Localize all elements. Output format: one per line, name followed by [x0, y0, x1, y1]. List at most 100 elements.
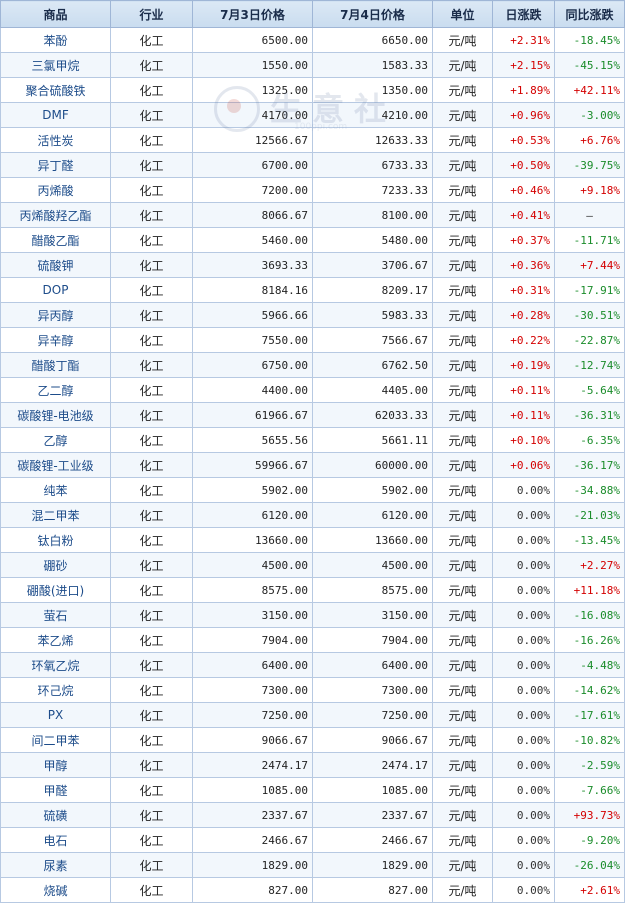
yoy-change-cell: -7.66% — [554, 777, 625, 803]
yoy-change-cell: -9.20% — [554, 827, 625, 853]
product-name[interactable]: 苯乙烯 — [0, 627, 111, 653]
unit-cell: 元/吨 — [432, 202, 493, 228]
product-name[interactable]: 异辛醇 — [0, 327, 111, 353]
table-row: 异丙醇 化工 5966.66 5983.33 元/吨 +0.28% -30.51% — [0, 302, 625, 328]
product-name[interactable]: DOP — [0, 277, 111, 303]
product-name[interactable]: PX — [0, 702, 111, 728]
header-product[interactable]: 商品 — [0, 0, 111, 28]
product-name[interactable]: 环己烷 — [0, 677, 111, 703]
industry-cell: 化工 — [110, 202, 193, 228]
yoy-change-cell: -3.00% — [554, 102, 625, 128]
industry-cell: 化工 — [110, 427, 193, 453]
price-jul4-cell: 4500.00 — [312, 552, 433, 578]
product-name[interactable]: 醋酸乙酯 — [0, 227, 111, 253]
product-name[interactable]: 钛白粉 — [0, 527, 111, 553]
product-name[interactable]: DMF — [0, 102, 111, 128]
product-name[interactable]: 苯酚 — [0, 27, 111, 53]
price-jul3-cell: 4500.00 — [192, 552, 313, 578]
price-jul3-cell: 8184.16 — [192, 277, 313, 303]
daily-change-cell: +0.28% — [492, 302, 555, 328]
price-jul4-cell: 6650.00 — [312, 27, 433, 53]
unit-cell: 元/吨 — [432, 677, 493, 703]
product-name[interactable]: 三氯甲烷 — [0, 52, 111, 78]
product-name[interactable]: 碳酸锂-工业级 — [0, 452, 111, 478]
unit-cell: 元/吨 — [432, 277, 493, 303]
header-daily-change[interactable]: 日涨跌 — [492, 0, 555, 28]
daily-change-cell: 0.00% — [492, 652, 555, 678]
product-name[interactable]: 尿素 — [0, 852, 111, 878]
product-name[interactable]: 甲醛 — [0, 777, 111, 803]
price-jul3-cell: 4400.00 — [192, 377, 313, 403]
product-name[interactable]: 甲醇 — [0, 752, 111, 778]
price-jul3-cell: 61966.67 — [192, 402, 313, 428]
industry-cell: 化工 — [110, 852, 193, 878]
industry-cell: 化工 — [110, 177, 193, 203]
unit-cell: 元/吨 — [432, 852, 493, 878]
unit-cell: 元/吨 — [432, 802, 493, 828]
table-body: 苯酚 化工 6500.00 6650.00 元/吨 +2.31% -18.45% 三氯甲烷 化工… — [0, 27, 625, 903]
product-name[interactable]: 间二甲苯 — [0, 727, 111, 753]
price-jul3-cell: 3693.33 — [192, 252, 313, 278]
daily-change-cell: +0.10% — [492, 427, 555, 453]
price-jul4-cell: 4210.00 — [312, 102, 433, 128]
product-name[interactable]: 碳酸锂-电池级 — [0, 402, 111, 428]
yoy-change-cell: -13.45% — [554, 527, 625, 553]
table-row: DOP 化工 8184.16 8209.17 元/吨 +0.31% -17.91% — [0, 277, 625, 303]
price-jul3-cell: 12566.67 — [192, 127, 313, 153]
unit-cell: 元/吨 — [432, 377, 493, 403]
product-name[interactable]: 烧碱 — [0, 877, 111, 903]
product-name[interactable]: 电石 — [0, 827, 111, 853]
unit-cell: 元/吨 — [432, 452, 493, 478]
daily-change-cell: 0.00% — [492, 552, 555, 578]
product-name[interactable]: 纯苯 — [0, 477, 111, 503]
unit-cell: 元/吨 — [432, 77, 493, 103]
product-name[interactable]: 乙醇 — [0, 427, 111, 453]
product-name[interactable]: 丙烯酸羟乙酯 — [0, 202, 111, 228]
daily-change-cell: 0.00% — [492, 827, 555, 853]
industry-cell: 化工 — [110, 477, 193, 503]
header-unit[interactable]: 单位 — [432, 0, 493, 28]
daily-change-cell: 0.00% — [492, 727, 555, 753]
product-name[interactable]: 环氧乙烷 — [0, 652, 111, 678]
industry-cell: 化工 — [110, 352, 193, 378]
industry-cell: 化工 — [110, 877, 193, 903]
header-price-jul4[interactable]: 7月4日价格 — [312, 0, 433, 28]
daily-change-cell: 0.00% — [492, 702, 555, 728]
industry-cell: 化工 — [110, 702, 193, 728]
yoy-change-cell: -2.59% — [554, 752, 625, 778]
table-row: 甲醇 化工 2474.17 2474.17 元/吨 0.00% -2.59% — [0, 752, 625, 778]
yoy-change-cell: -10.82% — [554, 727, 625, 753]
header-industry[interactable]: 行业 — [110, 0, 193, 28]
industry-cell: 化工 — [110, 152, 193, 178]
yoy-change-cell: -16.26% — [554, 627, 625, 653]
header-yoy-change[interactable]: 同比涨跌 — [554, 0, 625, 28]
daily-change-cell: +0.06% — [492, 452, 555, 478]
product-name[interactable]: 硼酸(进口) — [0, 577, 111, 603]
product-name[interactable]: 硫酸钾 — [0, 252, 111, 278]
industry-cell: 化工 — [110, 27, 193, 53]
table-row: 醋酸乙酯 化工 5460.00 5480.00 元/吨 +0.37% -11.71% — [0, 227, 625, 253]
product-name[interactable]: 异丙醇 — [0, 302, 111, 328]
product-name[interactable]: 异丁醛 — [0, 152, 111, 178]
daily-change-cell: 0.00% — [492, 752, 555, 778]
product-name[interactable]: 丙烯酸 — [0, 177, 111, 203]
product-name[interactable]: 醋酸丁酯 — [0, 352, 111, 378]
product-name[interactable]: 混二甲苯 — [0, 502, 111, 528]
price-jul4-cell: 6762.50 — [312, 352, 433, 378]
product-name[interactable]: 硫磺 — [0, 802, 111, 828]
product-name[interactable]: 聚合硫酸铁 — [0, 77, 111, 103]
industry-cell: 化工 — [110, 727, 193, 753]
table-row: 醋酸丁酯 化工 6750.00 6762.50 元/吨 +0.19% -12.74% — [0, 352, 625, 378]
product-name[interactable]: 活性炭 — [0, 127, 111, 153]
industry-cell: 化工 — [110, 802, 193, 828]
header-price-jul3[interactable]: 7月3日价格 — [192, 0, 313, 28]
price-jul4-cell: 2474.17 — [312, 752, 433, 778]
price-jul4-cell: 9066.67 — [312, 727, 433, 753]
product-name[interactable]: 乙二醇 — [0, 377, 111, 403]
daily-change-cell: 0.00% — [492, 527, 555, 553]
yoy-change-cell: -16.08% — [554, 602, 625, 628]
product-name[interactable]: 硼砂 — [0, 552, 111, 578]
product-name[interactable]: 萤石 — [0, 602, 111, 628]
industry-cell: 化工 — [110, 502, 193, 528]
unit-cell: 元/吨 — [432, 352, 493, 378]
